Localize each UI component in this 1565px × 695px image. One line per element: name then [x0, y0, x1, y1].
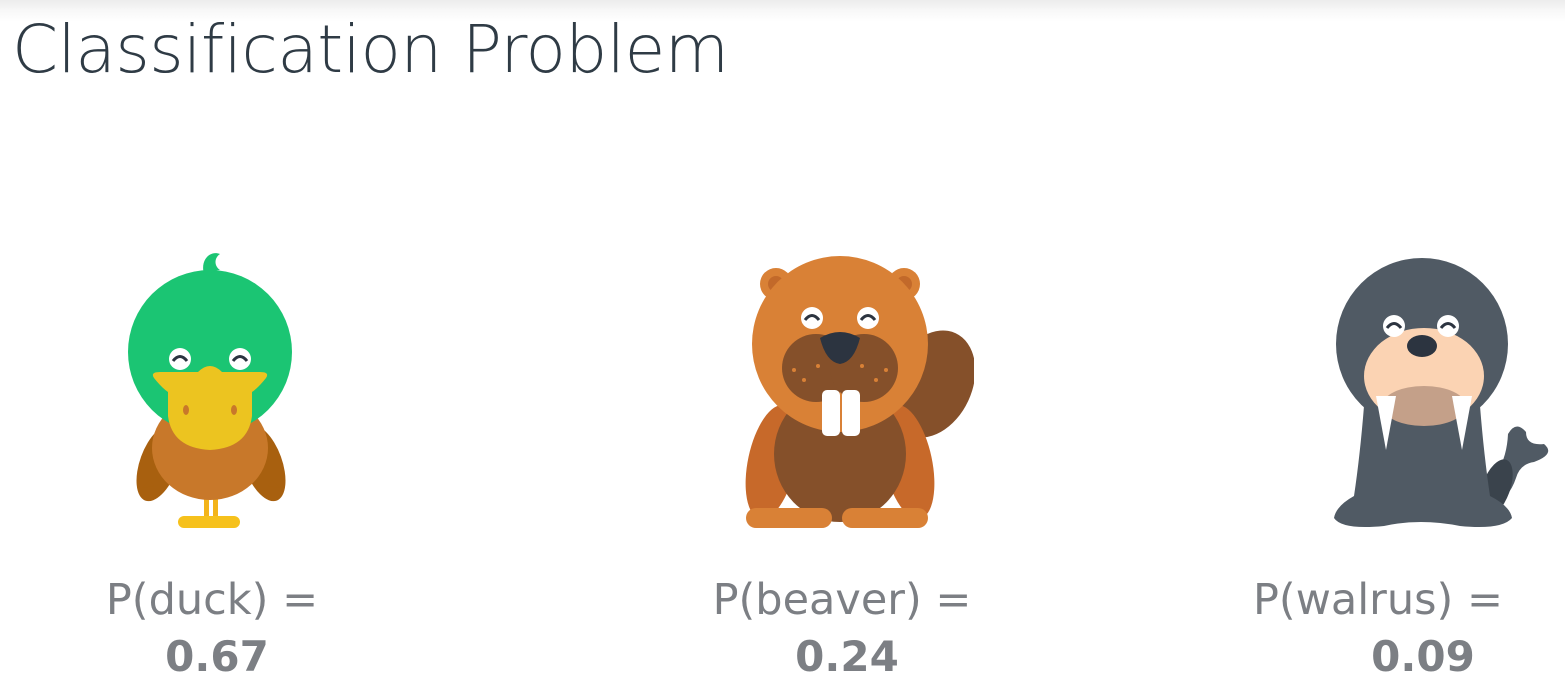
duck-icon — [128, 248, 294, 532]
duck-probability-value: 0.67 — [165, 632, 269, 681]
walrus-probability-label: P(walrus) = — [1253, 575, 1503, 625]
beaver-probability-value: 0.24 — [795, 632, 899, 681]
walrus-probability-value: 0.09 — [1371, 632, 1475, 681]
beaver-probability-label: P(beaver) = — [712, 575, 972, 625]
page-title: Classification Problem — [12, 11, 729, 88]
beaver-icon — [744, 254, 974, 532]
duck-probability-label: P(duck) = — [105, 575, 319, 625]
walrus-icon — [1330, 256, 1552, 532]
